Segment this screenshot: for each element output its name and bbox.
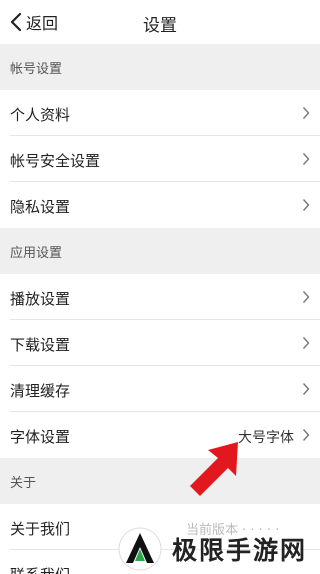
settings-row-account-security[interactable]: 帐号安全设置 <box>0 136 320 182</box>
watermark: 极限手游网 <box>118 524 320 574</box>
settings-row-font[interactable]: 字体设置 大号字体 <box>0 412 320 458</box>
chevron-right-icon <box>302 337 310 349</box>
row-label: 字体设置 <box>10 428 71 446</box>
row-label: 播放设置 <box>10 290 71 308</box>
row-label: 帐号安全设置 <box>10 152 101 170</box>
chevron-right-icon <box>302 429 310 441</box>
section-label: 帐号设置 <box>10 62 63 77</box>
settings-row-playback[interactable]: 播放设置 <box>0 274 320 320</box>
section-header-account: 帐号设置 <box>0 44 320 88</box>
row-label: 个人资料 <box>10 106 71 124</box>
settings-row-download[interactable]: 下载设置 <box>0 320 320 366</box>
font-size-value: 大号字体 <box>238 430 294 446</box>
page-title: 设置 <box>143 16 177 36</box>
row-label: 联系我们 <box>10 564 70 574</box>
settings-row-privacy[interactable]: 隐私设置 <box>0 182 320 228</box>
chevron-right-icon <box>302 291 310 303</box>
red-arrow-annotation <box>190 442 238 496</box>
row-label: 清理缓存 <box>10 382 71 400</box>
settings-row-profile[interactable]: 个人资料 <box>0 90 320 136</box>
chevron-right-icon <box>302 199 310 211</box>
section-label: 应用设置 <box>10 246 63 261</box>
chevron-right-icon <box>302 383 310 395</box>
row-label: 隐私设置 <box>10 198 71 216</box>
section-header-app: 应用设置 <box>0 228 320 272</box>
row-label: 下载设置 <box>10 336 71 354</box>
site-logo-icon <box>118 527 162 571</box>
nav-bar: 返回 设置 <box>0 0 320 44</box>
chevron-right-icon <box>302 107 310 119</box>
watermark-text: 极限手游网 <box>172 536 308 565</box>
section-header-about: 关于 <box>0 458 320 502</box>
settings-row-clear-cache[interactable]: 清理缓存 <box>0 366 320 412</box>
row-label: 关于我们 <box>10 520 71 538</box>
section-label: 关于 <box>10 476 37 491</box>
chevron-right-icon <box>302 153 310 165</box>
